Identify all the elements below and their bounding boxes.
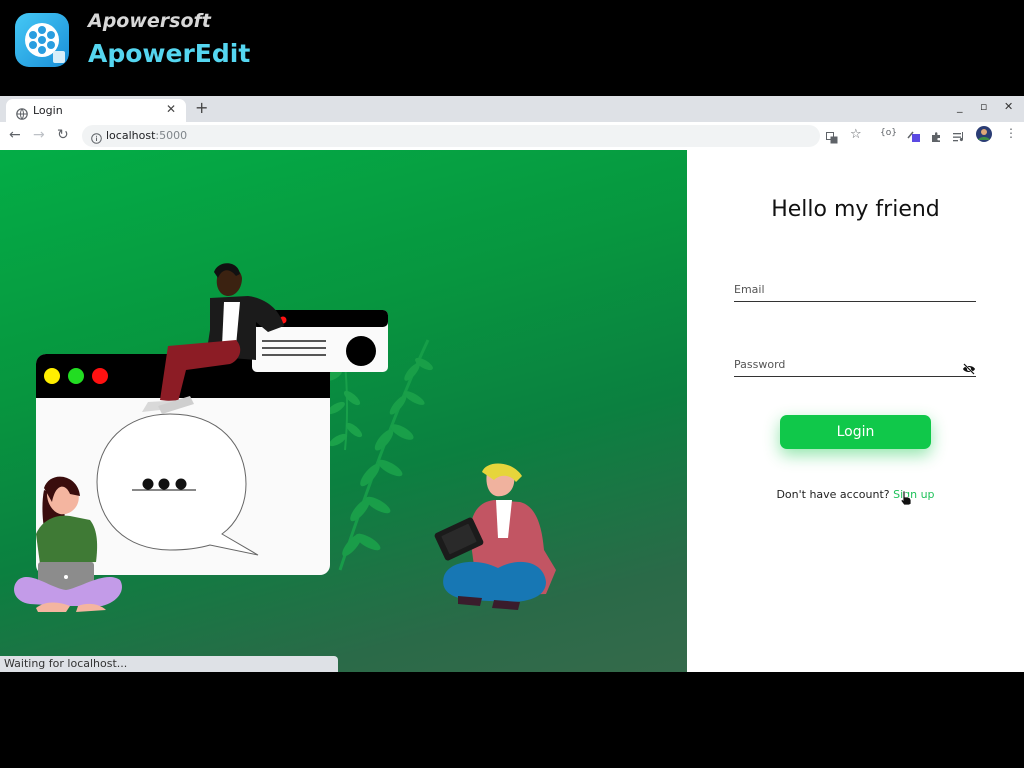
- back-arrow-icon[interactable]: ←: [9, 127, 21, 143]
- leaf-branch-icon: [338, 339, 433, 571]
- extensions-puzzle-icon[interactable]: [930, 128, 942, 147]
- page-title: Hello my friend: [771, 197, 940, 222]
- recorder-branding-bar: Apowersoft ApowerEdit: [0, 0, 1024, 96]
- restore-button[interactable]: ▫: [980, 100, 987, 113]
- status-bar: Waiting for localhost...: [0, 656, 338, 672]
- browser-menu-icon[interactable]: ⋮: [1005, 126, 1017, 140]
- woman-tablet-illustration: [434, 463, 556, 610]
- page-content: Waiting for localhost... Hello my friend…: [0, 150, 1024, 672]
- url-text: localhost:5000: [106, 129, 187, 142]
- login-button[interactable]: Login: [780, 415, 931, 449]
- brand-maker-name: Apowersoft: [88, 10, 211, 32]
- hero-illustration: Waiting for localhost...: [0, 150, 687, 672]
- url-host: localhost: [106, 129, 156, 142]
- browser-toolbar: ← → ↻ localhost:5000 ☆ {o} ⋮: [0, 122, 1024, 151]
- signup-prompt-text: Don't have account?: [776, 488, 890, 501]
- login-panel: Hello my friend Login Don't have account…: [687, 150, 1024, 672]
- extension-puzzle-colored-icon[interactable]: [907, 128, 921, 147]
- reload-icon[interactable]: ↻: [57, 127, 69, 143]
- close-window-button[interactable]: ✕: [1004, 100, 1013, 113]
- browser-window: Login ✕ + _ ▫ ✕ ← → ↻ localhost:5000 ☆ {…: [0, 96, 1024, 672]
- eye-slash-icon[interactable]: [962, 360, 976, 379]
- tab-close-icon[interactable]: ✕: [166, 102, 176, 116]
- bookmark-star-icon[interactable]: ☆: [850, 127, 862, 142]
- email-field-wrapper: [734, 279, 976, 302]
- hand-cursor-icon: [899, 490, 913, 510]
- address-bar[interactable]: localhost:5000 ☆: [82, 125, 862, 148]
- signup-prompt-line: Don't have account? Sign up: [687, 488, 1024, 501]
- film-reel-icon: [15, 13, 69, 67]
- new-tab-button[interactable]: +: [195, 98, 208, 117]
- reading-list-icon[interactable]: [953, 128, 966, 147]
- extension-code-icon[interactable]: {o}: [880, 128, 897, 138]
- forward-arrow-icon[interactable]: →: [33, 127, 45, 143]
- site-info-icon[interactable]: [91, 129, 102, 148]
- tab-login[interactable]: Login ✕: [6, 99, 186, 122]
- password-field[interactable]: [734, 358, 954, 371]
- translate-icon[interactable]: [826, 129, 838, 148]
- minimize-button[interactable]: _: [957, 100, 963, 113]
- brand-app-name: ApowerEdit: [88, 39, 251, 68]
- hero-illustration-art: [14, 263, 556, 612]
- tab-strip: Login ✕ + _ ▫ ✕: [0, 96, 1024, 122]
- password-field-wrapper: [734, 354, 976, 377]
- email-field[interactable]: [734, 283, 954, 296]
- tab-title: Login: [33, 104, 63, 117]
- url-port: :5000: [155, 129, 188, 142]
- profile-avatar[interactable]: [976, 126, 992, 146]
